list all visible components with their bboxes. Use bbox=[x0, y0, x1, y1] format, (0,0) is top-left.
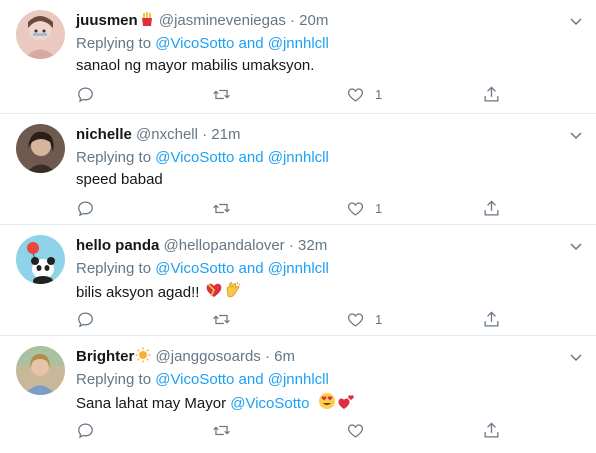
tweet-actions: 1 bbox=[76, 308, 499, 330]
avatar[interactable] bbox=[16, 346, 65, 395]
chevron-down-icon[interactable] bbox=[568, 127, 584, 143]
tweet-item[interactable]: juusmen @jasmineveniegas · 20m Replying … bbox=[0, 0, 596, 114]
like-count: 1 bbox=[375, 311, 383, 327]
user-handle[interactable]: @janggosoards bbox=[156, 348, 261, 365]
avatar[interactable] bbox=[16, 10, 65, 59]
share-button[interactable] bbox=[482, 308, 501, 330]
replying-to: Replying to @VicoSotto and @jnnhlcll bbox=[76, 34, 329, 54]
chevron-down-icon[interactable] bbox=[568, 238, 584, 254]
separator: · bbox=[288, 237, 294, 254]
timestamp[interactable]: 32m bbox=[298, 237, 327, 254]
tweet-text: speed babad bbox=[76, 171, 163, 188]
share-icon bbox=[484, 199, 499, 215]
heart-icon bbox=[347, 312, 364, 327]
tweet-header: hello panda @hellopandalover · 32m bbox=[76, 236, 327, 256]
timestamp[interactable]: 21m bbox=[211, 126, 240, 143]
retweet-icon bbox=[213, 203, 230, 213]
user-handle[interactable]: @jasmineveniegas bbox=[159, 12, 286, 29]
avatar[interactable] bbox=[16, 235, 65, 284]
replying-prefix: Replying to bbox=[76, 149, 152, 166]
display-name[interactable]: hello panda bbox=[76, 237, 159, 254]
reply-icon bbox=[78, 87, 93, 102]
reply-icon bbox=[78, 423, 93, 438]
display-name[interactable]: nichelle bbox=[76, 126, 132, 143]
replying-users-link[interactable]: @VicoSotto and @jnnhlcll bbox=[155, 35, 329, 52]
replying-users-link[interactable]: @VicoSotto and @jnnhlcll bbox=[155, 149, 329, 166]
heart-icon bbox=[347, 87, 364, 102]
tweet-text-body: bilis aksyon agad!! bbox=[76, 284, 200, 301]
like-count: 1 bbox=[375, 200, 383, 216]
reply-button[interactable] bbox=[76, 419, 95, 441]
share-button[interactable] bbox=[482, 83, 501, 105]
tweet-actions: 1 bbox=[76, 197, 499, 219]
replying-to: Replying to @VicoSotto and @jnnhlcll bbox=[76, 370, 329, 390]
like-button[interactable] bbox=[346, 419, 365, 441]
retweet-icon bbox=[213, 89, 230, 99]
sun-emoji bbox=[135, 347, 151, 369]
reply-icon bbox=[78, 201, 93, 216]
tweet-actions bbox=[76, 419, 499, 441]
separator: · bbox=[290, 12, 295, 29]
display-name[interactable]: juusmen bbox=[76, 12, 138, 29]
chevron-down-icon[interactable] bbox=[568, 13, 584, 29]
tweet-item[interactable]: Brighter @janggosoards · 6m Replying to … bbox=[0, 336, 596, 453]
mention-link[interactable]: @VicoSotto bbox=[230, 395, 309, 412]
share-icon bbox=[484, 85, 499, 101]
separator: · bbox=[264, 348, 270, 365]
share-icon bbox=[484, 310, 499, 326]
tweet-text: sanaol ng mayor mabilis umaksyon. bbox=[76, 57, 315, 74]
user-handle[interactable]: @hellopandalover bbox=[164, 237, 285, 254]
two-hearts-emoji bbox=[337, 392, 355, 416]
like-count: 1 bbox=[375, 86, 383, 102]
tweet-header: nichelle @nxchell · 21m bbox=[76, 125, 240, 145]
replying-users-link[interactable]: @VicoSotto and @jnnhlcll bbox=[155, 260, 329, 277]
reply-button[interactable] bbox=[76, 197, 95, 219]
tweet-text-body: Sana lahat may Mayor bbox=[76, 395, 231, 412]
tweet-actions: 1 bbox=[76, 83, 499, 105]
tweet-header: juusmen @jasmineveniegas · 20m bbox=[76, 11, 328, 33]
replying-users-link[interactable]: @VicoSotto and @jnnhlcll bbox=[155, 371, 329, 388]
avatar[interactable] bbox=[16, 124, 65, 173]
timestamp[interactable]: 20m bbox=[299, 12, 328, 29]
share-button[interactable] bbox=[482, 419, 501, 441]
tweet-text: bilis aksyon agad!! bbox=[76, 281, 242, 305]
tweet-header: Brighter @janggosoards · 6m bbox=[76, 347, 295, 369]
heart-eyes-emoji bbox=[318, 392, 336, 416]
like-button[interactable]: 1 bbox=[346, 83, 382, 105]
replying-prefix: Replying to bbox=[76, 260, 152, 277]
tweet-text: Sana lahat may Mayor @VicoSotto bbox=[76, 392, 355, 416]
replying-to: Replying to @VicoSotto and @jnnhlcll bbox=[76, 148, 329, 168]
replying-prefix: Replying to bbox=[76, 35, 152, 52]
fries-emoji bbox=[139, 11, 155, 33]
user-handle[interactable]: @nxchell bbox=[136, 126, 198, 143]
heart-icon bbox=[347, 201, 364, 216]
tweet-item[interactable]: nichelle @nxchell · 21m Replying to @Vic… bbox=[0, 114, 596, 225]
replying-to: Replying to @VicoSotto and @jnnhlcll bbox=[76, 259, 329, 279]
chevron-down-icon[interactable] bbox=[568, 349, 584, 365]
retweet-button[interactable] bbox=[212, 419, 231, 441]
display-name[interactable]: Brighter bbox=[76, 348, 134, 365]
replying-prefix: Replying to bbox=[76, 371, 152, 388]
separator: · bbox=[202, 126, 208, 143]
timestamp[interactable]: 6m bbox=[274, 348, 295, 365]
retweet-icon bbox=[213, 314, 230, 324]
heart-ribbon-emoji bbox=[205, 281, 223, 305]
like-button[interactable]: 1 bbox=[346, 308, 382, 330]
reply-button[interactable] bbox=[76, 83, 95, 105]
tweet-item[interactable]: hello panda @hellopandalover · 32m Reply… bbox=[0, 225, 596, 336]
clapping-hands-emoji bbox=[224, 281, 242, 305]
share-icon bbox=[484, 421, 499, 437]
heart-icon bbox=[347, 423, 364, 438]
reply-icon bbox=[78, 312, 93, 327]
like-button[interactable]: 1 bbox=[346, 197, 382, 219]
retweet-button[interactable] bbox=[212, 83, 231, 105]
share-button[interactable] bbox=[482, 197, 501, 219]
retweet-button[interactable] bbox=[212, 308, 231, 330]
retweet-button[interactable] bbox=[212, 197, 231, 219]
retweet-icon bbox=[213, 425, 230, 435]
reply-button[interactable] bbox=[76, 308, 95, 330]
